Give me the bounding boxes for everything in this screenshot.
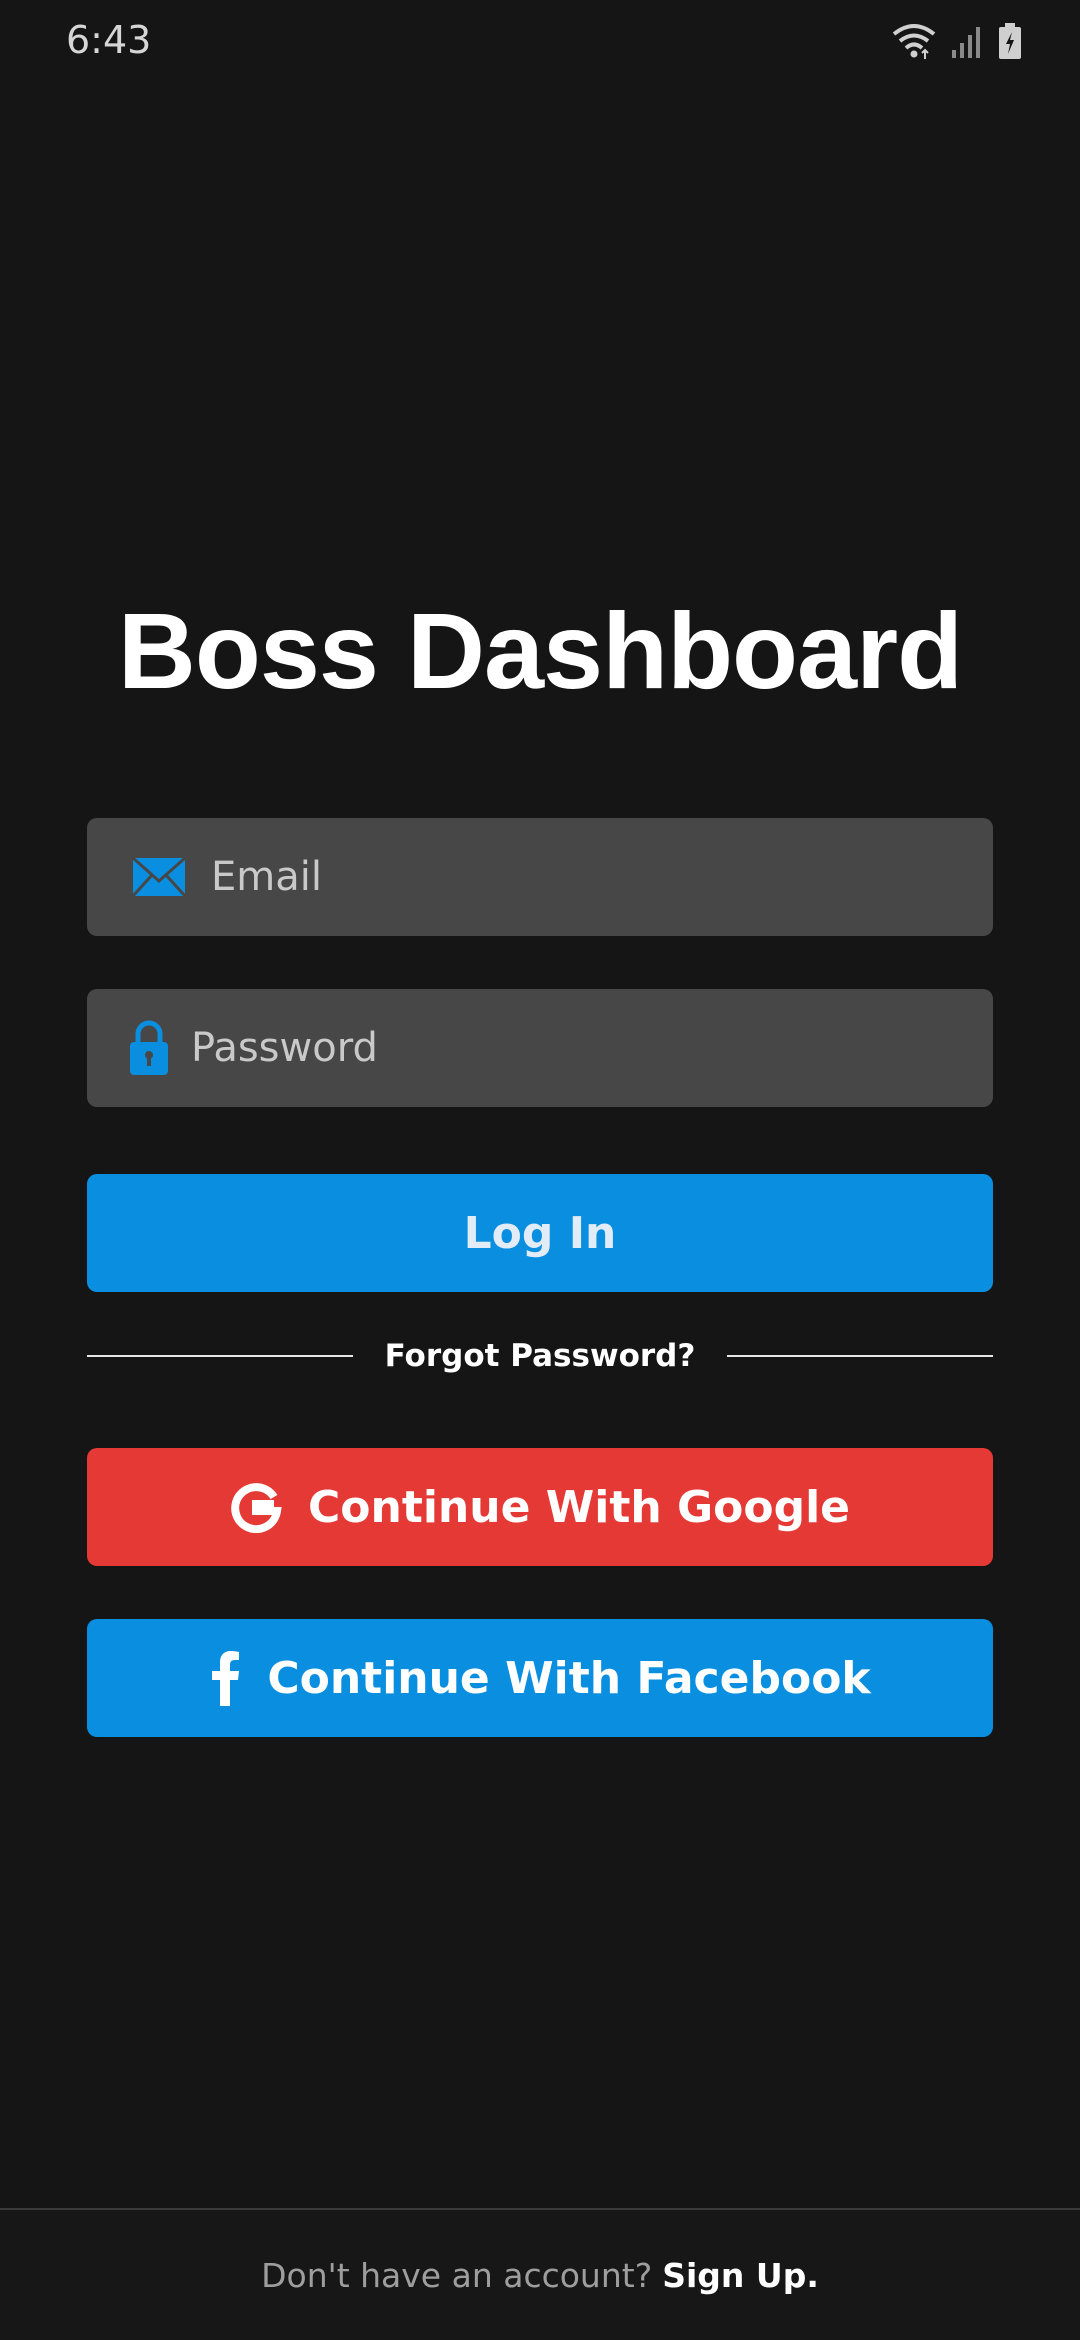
email-field[interactable] xyxy=(87,818,993,936)
divider-left xyxy=(87,1355,353,1357)
google-signin-button[interactable]: Continue With Google xyxy=(87,1448,993,1566)
status-bar: 6:43 xyxy=(0,0,1080,86)
lock-icon xyxy=(127,1020,171,1076)
email-input[interactable] xyxy=(191,818,993,936)
login-button-label: Log In xyxy=(463,1207,617,1259)
signup-link[interactable]: Sign Up. xyxy=(662,2256,819,2295)
login-button[interactable]: Log In xyxy=(87,1174,993,1292)
facebook-button-label: Continue With Facebook xyxy=(267,1652,871,1704)
signup-footer: Don't have an account? Sign Up. xyxy=(0,2208,1080,2340)
password-field[interactable] xyxy=(87,989,993,1107)
signal-icon xyxy=(950,24,984,63)
envelope-icon xyxy=(127,857,191,897)
battery-charging-icon xyxy=(998,23,1022,64)
app-title: Boss Dashboard xyxy=(117,590,963,711)
google-icon xyxy=(230,1481,282,1533)
google-button-label: Continue With Google xyxy=(307,1481,851,1533)
facebook-signin-button[interactable]: Continue With Facebook xyxy=(87,1619,993,1737)
signup-prompt: Don't have an account? xyxy=(261,2255,653,2295)
forgot-password-row: Forgot Password? xyxy=(87,1336,993,1376)
divider-right xyxy=(727,1355,993,1357)
status-time: 6:43 xyxy=(66,18,152,62)
forgot-password-link[interactable]: Forgot Password? xyxy=(353,1338,728,1374)
password-input[interactable] xyxy=(171,989,993,1107)
wifi-icon xyxy=(892,22,936,65)
login-screen: 6:43 Boss Dashboard Email Log In Forgot … xyxy=(0,0,1080,2340)
status-icons xyxy=(892,22,1022,65)
facebook-icon xyxy=(209,1650,241,1706)
